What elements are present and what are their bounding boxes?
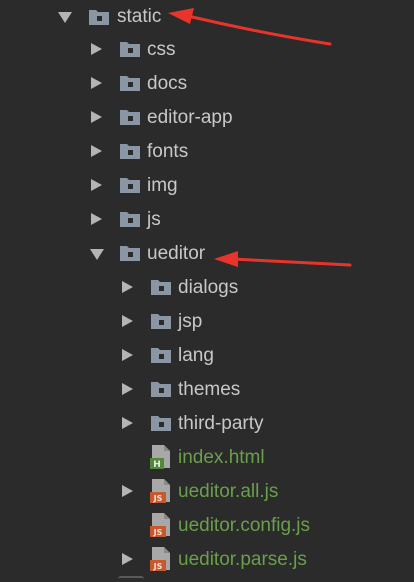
- folder-icon: [120, 110, 140, 125]
- tree-item-img[interactable]: img: [0, 168, 414, 202]
- folder-icon: [120, 246, 140, 261]
- tree-item-css[interactable]: css: [0, 32, 414, 66]
- tree-item-label: img: [147, 175, 178, 196]
- tree-item-js[interactable]: js: [0, 202, 414, 236]
- tree-item-label: lang: [178, 345, 214, 366]
- project-tree: static css docs editor-app fonts img js …: [0, 0, 414, 582]
- tree-item-jsp[interactable]: jsp: [0, 304, 414, 338]
- tree-item-label: css: [147, 39, 176, 60]
- folder-icon: [120, 76, 140, 91]
- tree-item-static[interactable]: static: [0, 0, 414, 34]
- tree-item-label: js: [147, 209, 161, 230]
- tree-item-label: editor-app: [147, 107, 233, 128]
- tree-item-label: ueditor.config.js: [178, 515, 311, 536]
- tree-item-third-party[interactable]: third-party: [0, 406, 414, 440]
- js-badge-text: JS: [153, 494, 163, 503]
- collapse-arrow-icon[interactable]: [91, 213, 102, 225]
- partial-next-row: [118, 576, 144, 582]
- tree-item-ueditor-all-js[interactable]: JS ueditor.all.js: [0, 474, 414, 508]
- js-badge-text: JS: [153, 528, 163, 537]
- html-file-icon: H: [150, 445, 170, 470]
- collapse-arrow-icon[interactable]: [122, 417, 133, 429]
- collapse-arrow-icon[interactable]: [122, 383, 133, 395]
- expand-arrow-icon[interactable]: [58, 12, 72, 23]
- folder-icon: [151, 314, 171, 329]
- collapse-arrow-icon[interactable]: [122, 553, 133, 565]
- folder-icon: [120, 144, 140, 159]
- tree-item-label: docs: [147, 73, 188, 94]
- tree-item-editor-app[interactable]: editor-app: [0, 100, 414, 134]
- tree-item-label: ueditor: [147, 243, 206, 264]
- collapse-arrow-icon[interactable]: [91, 179, 102, 191]
- tree-item-label: ueditor.parse.js: [178, 549, 307, 570]
- tree-item-label: ueditor.all.js: [178, 481, 279, 502]
- tree-item-label: dialogs: [178, 277, 239, 298]
- js-badge-text: JS: [153, 562, 163, 571]
- expand-arrow-icon[interactable]: [90, 249, 104, 260]
- collapse-arrow-icon[interactable]: [122, 281, 133, 293]
- tree-item-fonts[interactable]: fonts: [0, 134, 414, 168]
- folder-icon: [151, 416, 171, 431]
- js-file-icon: JS: [150, 479, 170, 503]
- tree-item-index-html[interactable]: H index.html: [0, 440, 414, 474]
- tree-item-label: index.html: [178, 447, 265, 468]
- tree-item-docs[interactable]: docs: [0, 66, 414, 100]
- tree-item-themes[interactable]: themes: [0, 372, 414, 406]
- tree-item-label: third-party: [178, 413, 264, 434]
- collapse-arrow-icon[interactable]: [122, 485, 133, 497]
- collapse-arrow-icon[interactable]: [91, 111, 102, 123]
- folder-icon: [120, 42, 140, 57]
- js-file-icon: JS: [150, 547, 170, 571]
- folder-icon: [151, 382, 171, 397]
- collapse-arrow-icon[interactable]: [91, 145, 102, 157]
- tree-item-label: jsp: [178, 311, 203, 332]
- tree-item-ueditor[interactable]: ueditor: [0, 236, 414, 270]
- collapse-arrow-icon[interactable]: [91, 77, 102, 89]
- tree-item-lang[interactable]: lang: [0, 338, 414, 372]
- tree-item-label: themes: [178, 379, 241, 400]
- tree-item-ueditor-parse-js[interactable]: JS ueditor.parse.js: [0, 542, 414, 576]
- tree-item-label: static: [117, 6, 162, 27]
- folder-icon: [120, 178, 140, 193]
- folder-icon: [151, 348, 171, 363]
- tree-item-label: fonts: [147, 141, 189, 162]
- collapse-arrow-icon[interactable]: [122, 349, 133, 361]
- tree-item-dialogs[interactable]: dialogs: [0, 270, 414, 304]
- folder-icon: [151, 280, 171, 295]
- tree-item-ueditor-config-js[interactable]: JS ueditor.config.js: [0, 508, 414, 542]
- collapse-arrow-icon[interactable]: [91, 43, 102, 55]
- collapse-arrow-icon[interactable]: [122, 315, 133, 327]
- folder-icon: [89, 10, 109, 25]
- folder-icon: [120, 212, 140, 227]
- js-file-icon: JS: [150, 513, 170, 537]
- html-badge-text: H: [153, 460, 161, 470]
